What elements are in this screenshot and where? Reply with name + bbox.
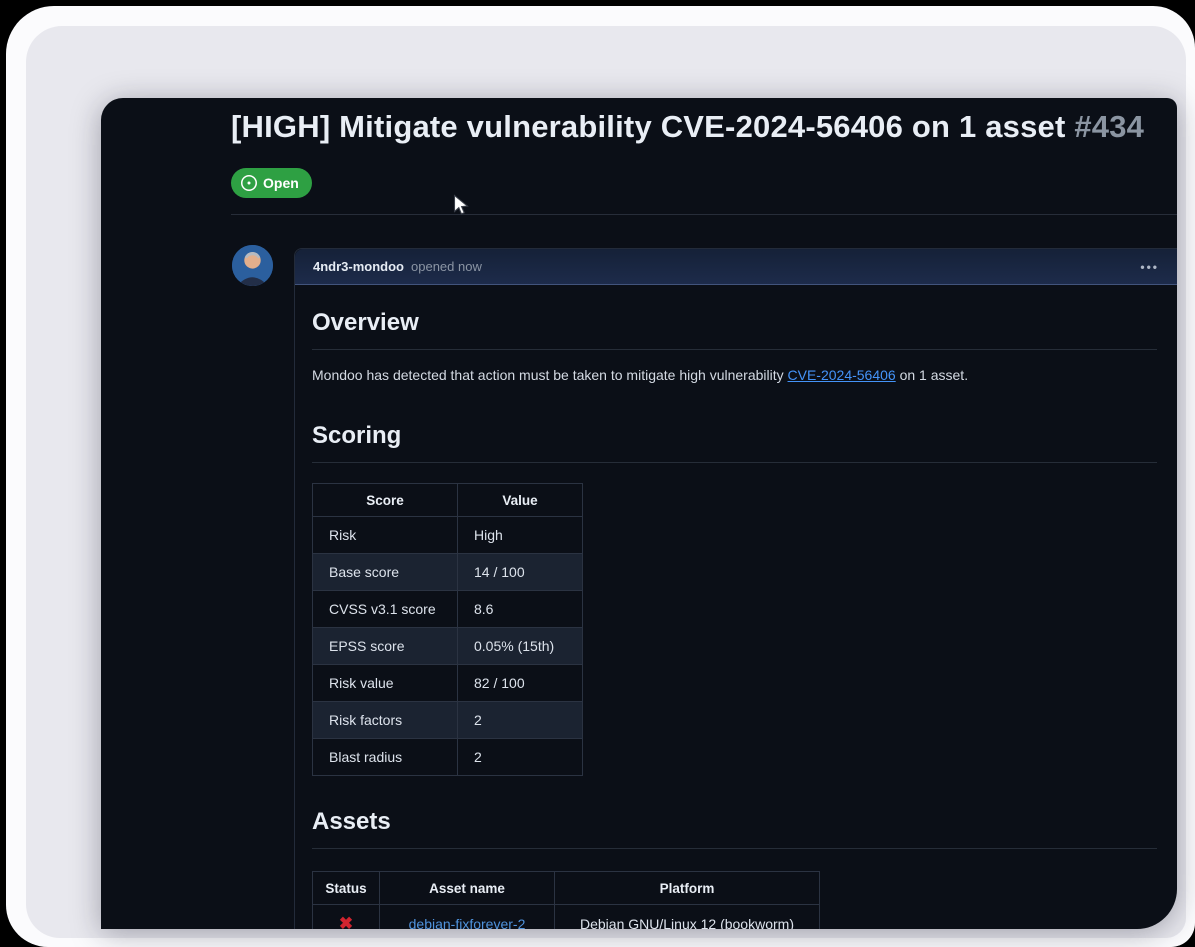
scoring-table-header-row: Score Value [313,484,583,517]
scoring-col-value: Value [458,484,583,517]
scoring-table: Score Value Risk High Base sco [312,483,583,776]
comment-timestamp: opened now [411,259,482,274]
cve-link[interactable]: CVE-2024-56406 [788,367,896,383]
table-row: ✖ debian-fixforever-2 Debian GNU/Linux 1… [313,905,820,930]
inner-backdrop: [HIGH] Mitigate vulnerability CVE-2024-5… [26,26,1186,938]
outer-card: [HIGH] Mitigate vulnerability CVE-2024-5… [6,6,1195,947]
score-value: 14 / 100 [458,554,583,591]
score-value: 8.6 [458,591,583,628]
github-issue-panel: [HIGH] Mitigate vulnerability CVE-2024-5… [101,98,1177,929]
score-label: Risk [313,517,458,554]
overview-heading: Overview [312,309,1157,350]
assets-table: Status Asset name Platform ✖ debian-fixf… [312,871,820,929]
score-label: Risk value [313,665,458,702]
assets-col-asset-name: Asset name [380,872,555,905]
score-value: 2 [458,739,583,776]
table-row: Blast radius 2 [313,739,583,776]
assets-table-header-row: Status Asset name Platform [313,872,820,905]
table-row: Risk factors 2 [313,702,583,739]
screenshot-frame: [HIGH] Mitigate vulnerability CVE-2024-5… [0,0,1195,947]
score-value: 2 [458,702,583,739]
table-row: CVSS v3.1 score 8.6 [313,591,583,628]
scoring-heading: Scoring [312,422,1157,463]
issue-title-text: [HIGH] Mitigate vulnerability CVE-2024-5… [231,109,1066,144]
overview-text-suffix: on 1 asset. [896,367,968,383]
kebab-menu-icon[interactable]: ••• [1140,261,1159,273]
mouse-cursor-icon [453,194,470,217]
score-label: CVSS v3.1 score [313,591,458,628]
issue-comment-card: 4ndr3-mondoo opened now ••• Overview Mon… [294,248,1177,929]
overview-text-prefix: Mondoo has detected that action must be … [312,367,788,383]
issue-number: #434 [1074,109,1144,144]
asset-name-cell: debian-fixforever-2 [380,905,555,930]
comment-body: Overview Mondoo has detected that action… [295,285,1177,929]
assets-col-status: Status [313,872,380,905]
status-failed-x-icon: ✖ [339,914,353,929]
comment-header: 4ndr3-mondoo opened now ••• [295,249,1177,285]
page-title: [HIGH] Mitigate vulnerability CVE-2024-5… [231,109,1177,145]
table-row: EPSS score 0.05% (15th) [313,628,583,665]
issue-open-badge: Open [231,168,312,198]
overview-text: Mondoo has detected that action must be … [312,365,1157,386]
issue-opened-icon [241,175,257,191]
score-value: High [458,517,583,554]
table-row: Risk value 82 / 100 [313,665,583,702]
table-row: Risk High [313,517,583,554]
score-value: 0.05% (15th) [458,628,583,665]
asset-status-cell: ✖ [313,905,380,930]
header-divider [231,214,1177,215]
score-label: Risk factors [313,702,458,739]
assets-col-platform: Platform [555,872,820,905]
avatar[interactable] [232,245,273,286]
scoring-col-score: Score [313,484,458,517]
score-label: Blast radius [313,739,458,776]
assets-heading: Assets [312,808,1157,849]
comment-author-link[interactable]: 4ndr3-mondoo [313,259,404,274]
asset-platform-cell: Debian GNU/Linux 12 (bookworm) [555,905,820,930]
issue-state-label: Open [263,175,299,191]
score-value: 82 / 100 [458,665,583,702]
table-row: Base score 14 / 100 [313,554,583,591]
score-label: Base score [313,554,458,591]
asset-name-link[interactable]: debian-fixforever-2 [409,916,526,930]
score-label: EPSS score [313,628,458,665]
